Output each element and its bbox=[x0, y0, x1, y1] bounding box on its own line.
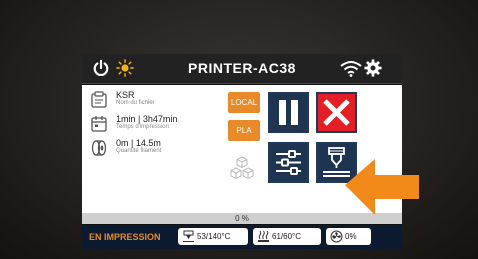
material-button[interactable]: PLA bbox=[228, 120, 260, 141]
local-source-button[interactable]: LOCAL bbox=[228, 92, 260, 113]
file-icon bbox=[91, 91, 107, 108]
fan-speed-value: 0% bbox=[345, 232, 357, 241]
print-time-value: 1min | 3h47min bbox=[116, 114, 178, 124]
cubes-icon bbox=[230, 156, 254, 180]
filament-label: Quantité filament bbox=[116, 148, 162, 154]
filament-value: 0m | 14.5m bbox=[116, 138, 161, 148]
status-bar: EN IMPRESSION 53/140°C 61/60°C 0% bbox=[82, 225, 402, 249]
bed-temp-value: 61/60°C bbox=[272, 232, 301, 241]
print-time-label: Temps d'impression bbox=[116, 124, 169, 130]
nozzle-icon bbox=[183, 230, 194, 242]
fan-speed-badge[interactable]: 0% bbox=[326, 228, 371, 245]
gear-icon[interactable] bbox=[364, 59, 382, 77]
file-name-value: KSR bbox=[116, 90, 135, 100]
nozzle-temp-badge[interactable]: 53/140°C bbox=[178, 228, 248, 245]
fan-icon bbox=[330, 230, 343, 243]
stop-button[interactable] bbox=[316, 92, 357, 133]
wifi-icon[interactable] bbox=[340, 60, 362, 77]
orange-arrow-annotation bbox=[345, 159, 419, 215]
bed-temp-badge[interactable]: 61/60°C bbox=[253, 228, 321, 245]
top-bar: PRINTER-AC38 bbox=[82, 54, 402, 84]
filament-spool-icon bbox=[91, 140, 107, 156]
heated-bed-icon bbox=[258, 230, 269, 242]
pause-button[interactable] bbox=[268, 92, 309, 133]
file-name-label: Nom du fichier bbox=[116, 100, 155, 106]
print-status: EN IMPRESSION bbox=[89, 232, 161, 242]
sliders-icon bbox=[276, 150, 301, 175]
close-icon bbox=[323, 99, 350, 126]
tune-settings-button[interactable] bbox=[268, 142, 309, 183]
nozzle-temp-value: 53/140°C bbox=[197, 232, 231, 241]
pause-icon bbox=[279, 100, 298, 125]
calendar-icon bbox=[91, 116, 107, 132]
